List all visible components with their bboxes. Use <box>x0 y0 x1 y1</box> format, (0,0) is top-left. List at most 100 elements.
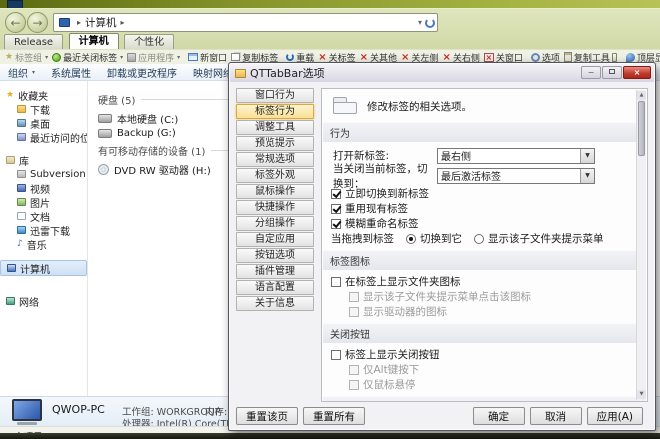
checkbox-unchecked[interactable] <box>331 350 341 360</box>
nav-item-tab-appearance[interactable]: 标签外观 <box>236 168 314 183</box>
sidebar-label: 视频 <box>30 181 50 195</box>
organize-button[interactable]: 组织▾ <box>8 65 35 80</box>
refresh-icon[interactable] <box>425 18 435 28</box>
sidebar-item-libraries[interactable]: 库 <box>0 153 87 167</box>
clipboard-icon <box>564 52 572 62</box>
page-description: 修改标签的相关选项。 <box>367 99 472 114</box>
dialog-window-buttons: − × <box>581 66 651 79</box>
uninstall-program-button[interactable]: 卸载或更改程序 <box>107 65 177 80</box>
library-icon <box>17 170 26 178</box>
system-properties-button[interactable]: 系统属性 <box>51 65 91 80</box>
computer-icon-large <box>12 399 42 421</box>
checkbox-label: 模糊重命名标签 <box>345 216 419 231</box>
scroll-down-icon[interactable]: ▼ <box>637 390 646 399</box>
minimize-button[interactable]: − <box>581 66 601 79</box>
show-folder-icon-checkbox-row: 在标签上显示文件夹图标 <box>331 275 631 288</box>
breadcrumb[interactable]: 计算机 <box>85 15 117 30</box>
reload-icon <box>286 53 294 61</box>
checkbox-checked[interactable] <box>331 189 341 199</box>
nav-item-language[interactable]: 语言配置 <box>236 280 314 295</box>
sidebar-item-music[interactable]: ♪音乐 <box>0 237 87 251</box>
computer-icon <box>59 18 70 27</box>
sidebar-item-desktop[interactable]: 桌面 <box>0 116 87 130</box>
cancel-button[interactable]: 取消 <box>530 407 582 425</box>
address-dropdown-icon[interactable]: ▾ <box>418 18 422 27</box>
computer-name: QWOP-PC <box>52 403 105 416</box>
nav-item-tweaks[interactable]: 调整工具 <box>236 120 314 135</box>
new-window-icon <box>188 53 198 61</box>
sidebar-item-pictures[interactable]: 图片 <box>0 195 87 209</box>
nav-item-about[interactable]: 关于信息 <box>236 296 314 311</box>
sidebar-gap <box>0 144 87 153</box>
sidebar-item-computer[interactable]: 计算机 <box>0 260 87 276</box>
forward-button[interactable]: → <box>27 12 48 33</box>
radio-selected[interactable] <box>406 234 416 244</box>
sidebar-item-recent-places[interactable]: 最近访问的位置 <box>0 130 87 144</box>
section-tab-bar: 标签栏 <box>323 396 646 402</box>
close-button[interactable]: × <box>623 66 651 79</box>
sidebar-label: 最近访问的位置 <box>30 130 87 144</box>
tab-personalization[interactable]: 个性化 <box>124 34 174 49</box>
nav-item-button-options[interactable]: 按钮选项 <box>236 248 314 263</box>
apply-button[interactable]: 应用(A) <box>587 407 643 425</box>
checkbox-label: 仅Alt键按下 <box>363 362 419 377</box>
nav-item-general[interactable]: 常规选项 <box>236 152 314 167</box>
documents-icon <box>17 212 26 220</box>
nav-item-shortcuts[interactable]: 快捷操作 <box>236 200 314 215</box>
recently-closed-button[interactable]: 最近关闭标签▾ <box>50 51 125 64</box>
qttabbar-options-dialog: QTTabBar选项 − × 窗口行为 标签行为 调整工具 预览提示 常规选项 … <box>228 62 656 431</box>
scroll-up-icon[interactable]: ▲ <box>637 91 646 100</box>
toolbar-label: 最近关闭标签 <box>63 51 117 64</box>
nav-item-custom-apps[interactable]: 自定应用 <box>236 232 314 247</box>
group-header-removable[interactable]: 有可移动存储的设备 (1) <box>98 143 228 158</box>
monitor-screen <box>14 401 40 419</box>
radio-unselected[interactable] <box>474 234 484 244</box>
checkbox-checked[interactable] <box>331 204 341 214</box>
tab-computer-active[interactable]: 计算机 <box>69 33 119 49</box>
drag-over-label: 当拖拽到标签 <box>331 231 394 246</box>
chevron-down-icon: ▾ <box>32 69 35 76</box>
checkbox-checked[interactable] <box>331 219 341 229</box>
reset-page-button[interactable]: 重置该页 <box>236 407 298 425</box>
sidebar-item-downloads[interactable]: 下载 <box>0 102 87 116</box>
nav-item-preview-tips[interactable]: 预览提示 <box>236 136 314 151</box>
open-new-tab-select[interactable]: 最右侧 ▼ <box>437 148 595 164</box>
group-header-harddisks[interactable]: 硬盘 (5) <box>98 92 228 107</box>
dialog-scrollbar[interactable]: ▲ ▼ <box>636 90 646 400</box>
ok-button[interactable]: 确定 <box>473 407 525 425</box>
combo-arrow-button[interactable]: ▼ <box>580 169 594 183</box>
section-behavior: 行为 <box>323 122 646 142</box>
slider-thumb[interactable] <box>612 53 617 62</box>
star-icon: ★ <box>6 91 14 99</box>
sidebar-label: 计算机 <box>20 261 50 276</box>
toolbar-label: 应用程序 <box>138 51 174 64</box>
nav-item-plugins[interactable]: 插件管理 <box>236 264 314 279</box>
nav-item-groups[interactable]: 分组操作 <box>236 216 314 231</box>
combo-arrow-button[interactable]: ▼ <box>580 149 594 163</box>
checkbox-unchecked[interactable] <box>331 277 341 287</box>
nav-item-tab-behavior[interactable]: 标签行为 <box>236 104 314 119</box>
checkbox-disabled <box>349 365 359 375</box>
sidebar-item-videos[interactable]: 视频 <box>0 181 87 195</box>
applications-button[interactable]: 应用程序▾ <box>125 51 182 64</box>
sidebar-item-subversion[interactable]: Subversion <box>0 167 87 181</box>
crumb-separator-icon: ▸ <box>77 18 81 27</box>
on-close-switch-select[interactable]: 最后激活标签 ▼ <box>437 168 595 184</box>
new-window-button[interactable]: 新窗口 <box>186 51 229 64</box>
tab-groups-button[interactable]: ★标签组▾ <box>3 51 50 64</box>
sidebar-item-favorites[interactable]: ★收藏夹 <box>0 88 87 102</box>
back-button[interactable]: ← <box>5 12 26 33</box>
address-bar[interactable]: ▸ 计算机 ▸ ▾ <box>53 13 438 32</box>
sidebar-item-documents[interactable]: 文档 <box>0 209 87 223</box>
maximize-button[interactable] <box>602 66 622 79</box>
reset-all-button[interactable]: 重置所有 <box>303 407 365 425</box>
sidebar-item-thunder-downloads[interactable]: 迅雷下载 <box>0 223 87 237</box>
tab-release[interactable]: Release <box>4 34 63 49</box>
nav-item-mouse-actions[interactable]: 鼠标操作 <box>236 184 314 199</box>
scrollbar-thumb[interactable] <box>638 101 645 156</box>
pictures-icon <box>17 198 26 206</box>
nav-item-window-behavior[interactable]: 窗口行为 <box>236 88 314 103</box>
checkbox-disabled <box>349 307 359 317</box>
sidebar-item-network[interactable]: 网络 <box>0 294 87 308</box>
dialog-button-row: 重置该页 重置所有 确定 取消 应用(A) <box>236 407 648 425</box>
